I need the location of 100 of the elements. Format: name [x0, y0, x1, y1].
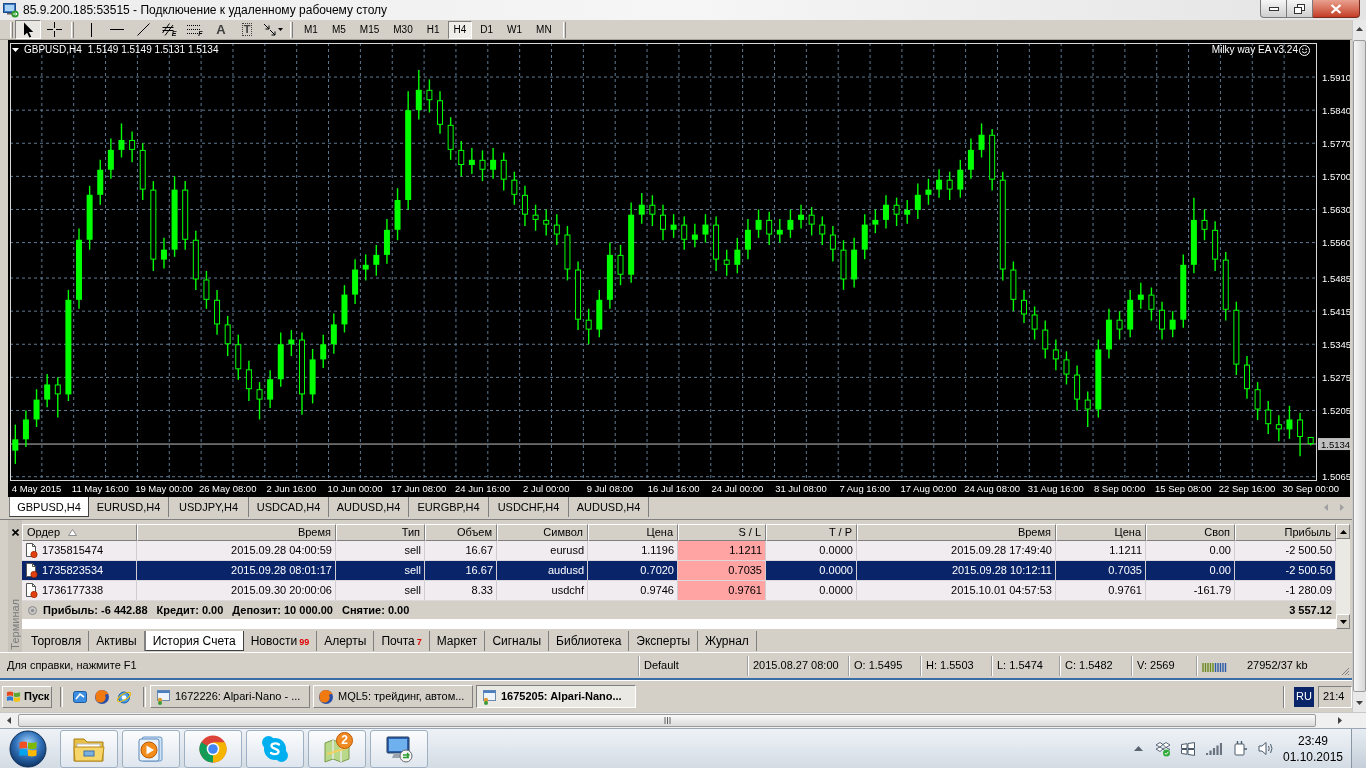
rising-candle: [33, 388, 40, 428]
language-indicator[interactable]: RU: [1294, 686, 1314, 707]
timeframe-button[interactable]: MN: [530, 20, 558, 39]
chart-tab[interactable]: AUDUSD,H4: [329, 497, 409, 517]
timeframe-button[interactable]: D1: [474, 20, 500, 39]
falling-candle: [808, 206, 815, 237]
timeframe-button[interactable]: M5: [325, 20, 352, 39]
column-header[interactable]: Символ: [497, 524, 588, 541]
timeframe-button[interactable]: H1: [420, 20, 446, 39]
terminal-tab[interactable]: История Счета: [144, 631, 244, 651]
column-header[interactable]: Своп: [1146, 524, 1235, 541]
terminal-tab[interactable]: Журнал: [698, 631, 757, 651]
text-label-button[interactable]: T: [234, 20, 260, 39]
start-button[interactable]: [8, 729, 48, 768]
clock-time: 23:49: [1298, 732, 1328, 749]
table-cell: eurusd: [497, 541, 588, 560]
chart-symbol: GBPUSD,H4: [24, 44, 82, 56]
table-cell: 0.7035: [1056, 561, 1146, 580]
terminal-tab[interactable]: Эксперты: [629, 631, 699, 651]
task-button[interactable]: 1672226: Alpari-Nano - ...: [150, 685, 310, 708]
minimize-button[interactable]: [1260, 0, 1287, 18]
timeframe-button[interactable]: M1: [298, 20, 324, 39]
browser-button[interactable]: [184, 729, 242, 768]
column-header[interactable]: Цена: [1056, 524, 1146, 541]
falling-candle: [1063, 350, 1070, 386]
falling-candle: [617, 244, 624, 286]
task-button[interactable]: 1675205: Alpari-Nano...: [476, 685, 636, 708]
chart-tab[interactable]: EURGBP,H4: [409, 497, 489, 517]
cursor-button[interactable]: [15, 20, 41, 39]
tray-button[interactable]: [1179, 739, 1197, 758]
chart-tab[interactable]: USDCHF,H4: [489, 497, 569, 517]
rising-candle: [330, 312, 337, 355]
folder-button[interactable]: [60, 729, 118, 768]
terminal-tab[interactable]: Почта 7: [374, 631, 430, 651]
table-row[interactable]: 1735823534 2015.09.28 08:01:17 sell 16.67 audusd 0.7020 0.7035 0.0000 2015.09.28 10:12:11 0.7035 0.00 -2 500.50: [22, 561, 1336, 581]
falling-candle: [447, 116, 454, 161]
column-header[interactable]: Объем: [425, 524, 497, 541]
rising-candle: [22, 409, 29, 448]
profile-name: Default: [644, 658, 679, 674]
terminal-tab[interactable]: Алерты: [317, 631, 375, 651]
text-tool-button[interactable]: A: [208, 20, 234, 39]
scrollbar-thumb[interactable]: [18, 714, 1316, 727]
chart-tab[interactable]: AUDUSD,H4: [569, 497, 649, 517]
rising-candle: [861, 213, 868, 260]
chart-tab[interactable]: USDJPY,H4: [169, 497, 249, 517]
rising-candle: [936, 168, 943, 199]
column-header[interactable]: Ордер: [22, 524, 137, 541]
terminal-tab[interactable]: Торговля: [24, 631, 90, 651]
volume-button[interactable]: [1257, 739, 1275, 758]
falling-candle: [1074, 364, 1081, 412]
column-header[interactable]: S / L: [678, 524, 766, 541]
browser-icon: [198, 733, 228, 764]
price-axis-label: 1.5415: [1322, 305, 1350, 317]
tray-button[interactable]: [1231, 739, 1249, 758]
close-button[interactable]: [1313, 0, 1360, 18]
falling-candle: [553, 213, 560, 246]
column-header[interactable]: Время: [137, 524, 336, 541]
falling-candle: [1212, 220, 1219, 272]
restore-button[interactable]: [1287, 0, 1313, 18]
open-price: O: 1.5495: [854, 658, 903, 674]
chart-tab[interactable]: EURUSD,H4: [89, 497, 169, 517]
timeframe-button[interactable]: H4: [447, 20, 473, 39]
timeframe-button[interactable]: M30: [387, 20, 419, 39]
task-button[interactable]: MQL5: трейдинг, автом...: [313, 685, 473, 708]
chart-tab[interactable]: GBPUSD,H4: [9, 497, 89, 517]
scrollbar-thumb[interactable]: [1353, 40, 1366, 692]
column-header[interactable]: Прибыль: [1235, 524, 1336, 541]
chart-tab[interactable]: USDCAD,H4: [249, 497, 329, 517]
timeframe-button[interactable]: M15: [353, 20, 386, 39]
close-panel-button[interactable]: [9, 526, 21, 538]
speaker-icon: [1257, 741, 1275, 756]
column-header[interactable]: Время: [857, 524, 1056, 541]
column-header[interactable]: Цена: [588, 524, 678, 541]
tray-button[interactable]: [1153, 739, 1171, 758]
terminal-tab[interactable]: Сигналы: [485, 631, 550, 651]
scroll-up-button[interactable]: [1336, 524, 1350, 539]
terminal-tab[interactable]: Библиотека: [549, 631, 630, 651]
scroll-down-button[interactable]: [1336, 614, 1350, 629]
table-row[interactable]: 1735815474 2015.09.28 04:00:59 sell 16.67 eurusd 1.1196 1.1211 0.0000 2015.09.28 17:49:40 1.1211 0.00 -2 500.50: [22, 541, 1336, 561]
falling-candle: [1254, 381, 1261, 421]
column-header[interactable]: Тип: [336, 524, 425, 541]
terminal-tab[interactable]: Маркет: [429, 631, 486, 651]
start-button[interactable]: Пуск: [2, 685, 52, 708]
rising-candle: [267, 369, 274, 409]
table-row[interactable]: 1736177338 2015.09.30 20:00:06 sell 8.33 usdchf 0.9746 0.9761 0.0000 2015.10.01 04:57:53 0.9761 -161.79 -1 280.09: [22, 581, 1336, 601]
media-player-button[interactable]: [122, 729, 180, 768]
remote-desktop-icon: [3, 2, 19, 18]
column-header[interactable]: T / P: [766, 524, 857, 541]
table-cell-text: 1735815474: [42, 543, 104, 559]
terminal-tab[interactable]: Новости 99: [243, 631, 318, 651]
terminal-tab[interactable]: Активы: [89, 631, 145, 651]
rising-candle: [596, 289, 603, 338]
rising-candle: [415, 69, 422, 121]
timeframe-button[interactable]: W1: [501, 20, 529, 39]
falling-candle: [500, 152, 507, 192]
low-price: L: 1.5474: [997, 658, 1043, 674]
rising-candle: [12, 423, 19, 465]
time-axis-label: 4 May 2015: [11, 483, 62, 494]
remote-desktop-button[interactable]: [370, 729, 428, 768]
price-axis-label: 1.5485: [1322, 272, 1350, 284]
